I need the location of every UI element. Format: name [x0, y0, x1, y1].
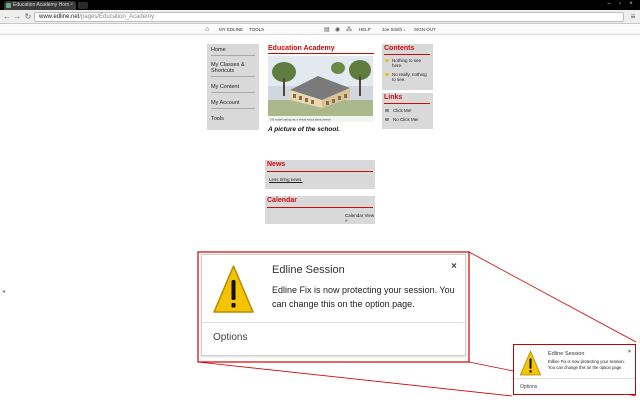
nav-sign-out[interactable]: SIGN OUT — [414, 26, 436, 34]
minimize-button[interactable]: – — [604, 0, 614, 9]
news-title: News — [267, 161, 286, 168]
photo-caption: A picture of the school. — [268, 126, 340, 133]
news-rule — [267, 171, 373, 172]
warning-icon — [213, 265, 254, 313]
sidebar-item-tools[interactable]: Tools — [211, 116, 255, 124]
sidebar-item-my-content[interactable]: My Content — [211, 84, 255, 93]
new-tab-button[interactable] — [78, 2, 88, 9]
scroll-arrow-icon: ◂ — [2, 289, 6, 295]
nav-tools[interactable]: TOOLS — [249, 26, 264, 34]
site-top-nav: ⌂ MY EDLINE TOOLS ▤ ◉ ⁂ HELP Joe Smith ↓… — [0, 25, 640, 35]
address-bar[interactable]: www.edline.net/pages/Education_Academy — [34, 12, 624, 22]
contents-box: Contents Nothing to see here. No really,… — [382, 44, 433, 90]
school-photo: 3-D model looking into a Virtual school … — [268, 56, 373, 122]
network-icon[interactable]: ⁂ — [346, 26, 352, 34]
tab-close-icon[interactable]: × — [70, 1, 73, 10]
links-rule — [384, 103, 430, 104]
note-icon — [385, 73, 389, 76]
close-icon[interactable]: × — [628, 349, 631, 355]
notification-title: Edline Session — [548, 351, 585, 357]
forward-icon[interactable]: → — [12, 12, 22, 22]
link-item[interactable]: Click Me! — [393, 108, 431, 113]
links-title: Links — [384, 94, 403, 101]
menu-icon[interactable]: ≡ — [628, 12, 638, 22]
calendar-rule — [267, 207, 373, 208]
print-icon[interactable]: ▤ — [324, 26, 330, 34]
contents-item[interactable]: No really, nothing to see. — [392, 72, 430, 82]
link-icon — [385, 118, 389, 121]
globe-icon[interactable]: ◉ — [335, 26, 340, 34]
notification-body: Edline Fix is now protecting your sessio… — [272, 285, 455, 309]
nav-my-edline[interactable]: MY EDLINE — [219, 26, 243, 34]
photo-caption-small: 3-D model looking into a Virtual school … — [270, 118, 331, 122]
notification-divider — [514, 378, 635, 379]
sidebar-item-my-account[interactable]: My Account — [211, 100, 255, 109]
news-item[interactable]: Less tiring news. — [269, 177, 303, 182]
tab-title: Education Academy Hom — [13, 2, 70, 8]
home-icon[interactable]: ⌂ — [205, 26, 209, 34]
link-icon — [385, 109, 389, 112]
calendar-title: Calendar — [267, 197, 297, 204]
back-icon[interactable]: ← — [2, 12, 12, 22]
sidebar-item-my-classes[interactable]: My Classes & Shortcuts — [211, 62, 255, 77]
page-title: Education Academy — [268, 45, 374, 54]
news-box: News Less tiring news. — [265, 160, 375, 189]
notification-large: Edline Session × Edline Fix is now prote… — [201, 254, 466, 356]
contents-item[interactable]: Nothing to see here. — [392, 58, 430, 68]
notification-body: Edline Fix is now protecting your sessio… — [548, 359, 625, 370]
reload-icon[interactable]: ↻ — [23, 12, 33, 22]
close-icon[interactable]: × — [451, 261, 457, 272]
notification-title: Edline Session — [272, 264, 345, 276]
calendar-view-link[interactable]: Calendar View » — [345, 213, 375, 223]
browser-toolbar: ← → ↻ www.edline.net/pages/Education_Aca… — [0, 10, 640, 24]
contents-title: Contents — [384, 45, 415, 52]
sidebar-item-home[interactable]: Home — [211, 47, 255, 56]
note-icon — [385, 59, 389, 62]
link-item[interactable]: No Click Me! — [393, 117, 431, 122]
notification-divider — [202, 322, 465, 323]
contents-rule — [384, 54, 430, 55]
options-link[interactable]: Options — [520, 384, 537, 390]
favicon-icon — [6, 3, 11, 8]
browser-tab[interactable]: Education Academy Hom × — [4, 1, 76, 10]
url-host: www.edline.net — [39, 14, 80, 20]
options-link[interactable]: Options — [213, 332, 247, 343]
url-path: /pages/Education_Academy — [79, 14, 155, 20]
links-box: Links Click Me! No Click Me! — [382, 93, 433, 129]
calendar-box: Calendar Calendar View » — [265, 196, 375, 224]
notification-small: Edline Session × Edline Fix is now prote… — [513, 344, 636, 395]
window-close-button[interactable]: × — [626, 0, 636, 9]
nav-user-menu[interactable]: Joe Smith ↓ — [382, 26, 406, 34]
sidebar: Home My Classes & Shortcuts My Content M… — [207, 44, 259, 130]
maximize-button[interactable]: ▫ — [615, 0, 625, 9]
nav-help[interactable]: HELP — [359, 26, 371, 34]
warning-icon — [519, 350, 542, 376]
browser-titlebar: Education Academy Hom × – ▫ × — [0, 0, 640, 10]
